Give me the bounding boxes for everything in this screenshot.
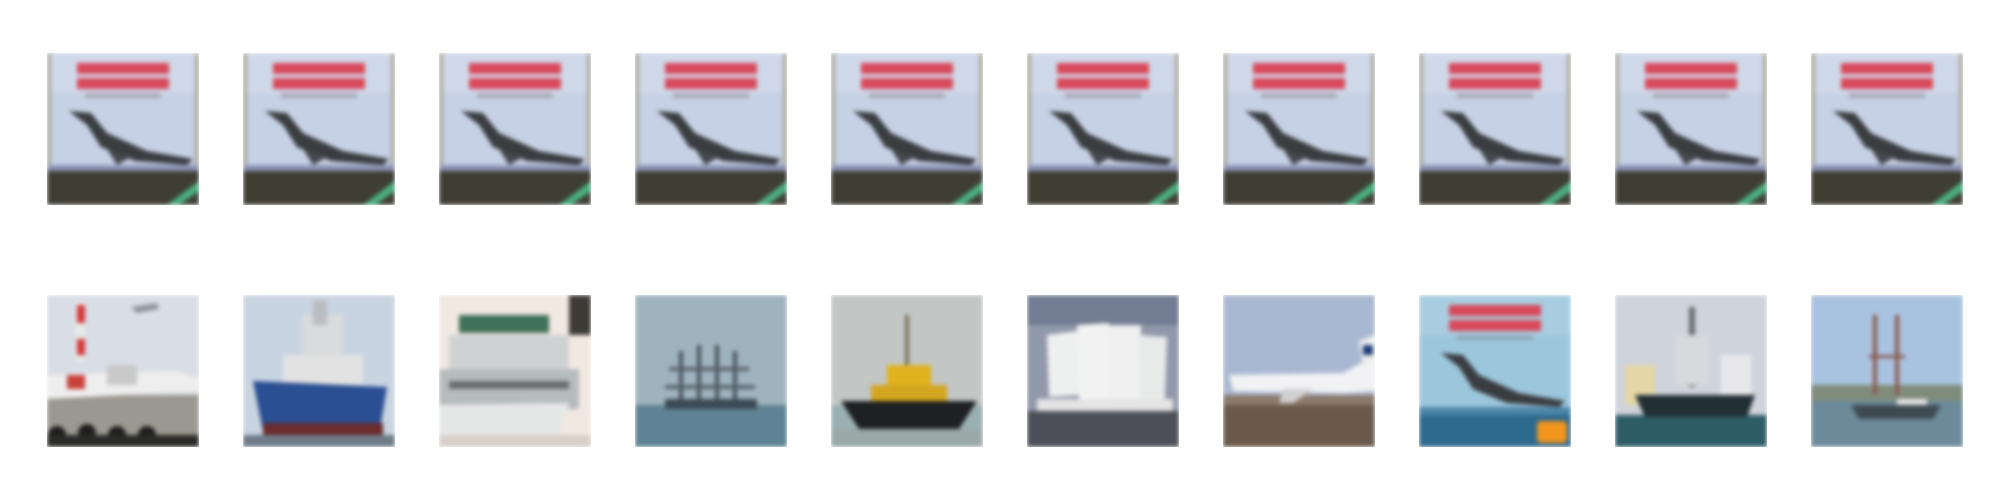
thumbnail-concorde-poster[interactable] — [635, 53, 787, 205]
thumbnail-yellow-tugboat[interactable] — [831, 295, 983, 447]
thumbnail-concorde-poster[interactable] — [1223, 53, 1375, 205]
top-row — [0, 53, 2000, 205]
thumbnail-concorde-poster[interactable] — [1419, 53, 1571, 205]
thumbnail-concorde-poster[interactable] — [243, 53, 395, 205]
thumbnail-concorde-poster[interactable] — [1811, 53, 1963, 205]
thumbnail-airliner-on-runway[interactable] — [1223, 295, 1375, 447]
thumbnail-blue-cargo-ship[interactable] — [243, 295, 395, 447]
thumbnail-oil-rig-ship[interactable] — [1615, 295, 1767, 447]
thumbnail-concorde-poster[interactable] — [439, 53, 591, 205]
thumbnail-concorde-poster[interactable] — [1027, 53, 1179, 205]
thumbnail-harbor-boat[interactable] — [1811, 295, 1963, 447]
thumbnail-airplane-on-tarmac[interactable] — [47, 295, 199, 447]
thumbnail-distant-tall-ship[interactable] — [635, 295, 787, 447]
thumbnail-white-sailing-ship[interactable] — [1027, 295, 1179, 447]
thumbnail-concorde-poster[interactable] — [47, 53, 199, 205]
thumbnail-white-ferry[interactable] — [439, 295, 591, 447]
thumbnail-concorde-poster[interactable] — [1419, 295, 1571, 447]
thumbnail-concorde-poster[interactable] — [831, 53, 983, 205]
bottom-row — [0, 295, 2000, 447]
thumbnail-concorde-poster[interactable] — [1615, 53, 1767, 205]
